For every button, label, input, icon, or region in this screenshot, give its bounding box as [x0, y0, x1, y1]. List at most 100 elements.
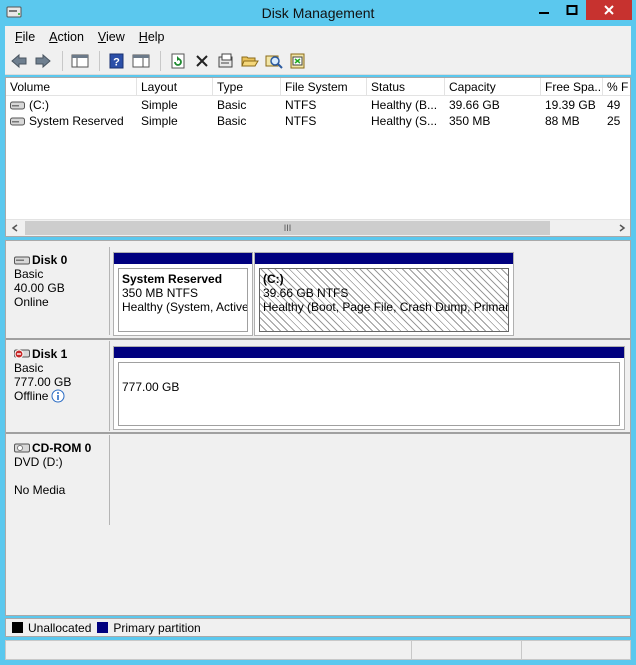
- help-button[interactable]: ?: [106, 50, 128, 72]
- disk-type: DVD (D:): [14, 455, 63, 469]
- toolbar-separator: [62, 50, 63, 71]
- properties-icon: [218, 53, 233, 67]
- menu-file[interactable]: File: [8, 30, 42, 44]
- table-row[interactable]: System Reserved Simple Basic NTFS Health…: [6, 113, 630, 129]
- menu-help-label: elp: [147, 29, 165, 44]
- minimize-icon: [539, 12, 549, 14]
- file-system-cell: NTFS: [285, 114, 317, 128]
- partition-size-fs: 777.00 GB: [122, 380, 180, 394]
- column-header-percent-free[interactable]: % F: [603, 78, 630, 96]
- maximize-button[interactable]: [558, 0, 586, 20]
- title-bar[interactable]: Disk Management: [0, 0, 636, 26]
- menu-help[interactable]: Help: [132, 30, 172, 44]
- partition-title: (C:): [263, 272, 284, 286]
- info-icon[interactable]: [51, 389, 65, 403]
- open-icon: [241, 56, 259, 66]
- disk-graphical-view[interactable]: Disk 0 Basic 40.00 GB Online System Rese…: [5, 240, 631, 616]
- volume-name: (C:): [29, 98, 49, 112]
- type-cell: Basic: [217, 98, 247, 112]
- show-action-pane-button[interactable]: [130, 50, 152, 72]
- capacity-cell: 350 MB: [449, 114, 491, 128]
- menu-bar: File Action View Help: [5, 26, 631, 47]
- disk-label-cd-rom-0[interactable]: CD-ROM 0 DVD (D:) No Media: [8, 435, 110, 525]
- disk-label-disk-0[interactable]: Disk 0 Basic 40.00 GB Online: [8, 247, 110, 335]
- menu-view[interactable]: View: [91, 30, 132, 44]
- primary-partition-bar: [114, 347, 624, 358]
- scroll-right-button[interactable]: [613, 220, 630, 236]
- scroll-left-button[interactable]: [6, 220, 23, 236]
- disk-name: CD-ROM 0: [32, 441, 92, 455]
- menu-action-label: ction: [57, 29, 84, 44]
- volume-cell: System Reserved: [6, 113, 137, 129]
- minimize-button[interactable]: [530, 0, 558, 20]
- disk-row-divider: [6, 338, 630, 340]
- partition-body: 777.00 GB: [118, 362, 620, 426]
- file-system-cell: NTFS: [285, 98, 317, 112]
- toolbar-separator: [160, 50, 161, 71]
- partition-body-selected: (C:) 39.66 GB NTFS Healthy (Boot, Page F…: [259, 268, 509, 332]
- explore-button[interactable]: [263, 50, 285, 72]
- menu-action[interactable]: Action: [42, 30, 91, 44]
- layout-cell: Simple: [141, 98, 178, 112]
- partition-c-drive[interactable]: (C:) 39.66 GB NTFS Healthy (Boot, Page F…: [254, 252, 514, 336]
- volume-list[interactable]: Volume Layout Type File System Status Ca…: [5, 77, 631, 237]
- column-header-free-space[interactable]: Free Spa...: [541, 78, 603, 96]
- disk-size: [14, 469, 91, 483]
- disk-settings-button[interactable]: [287, 50, 309, 72]
- menu-view-label: iew: [106, 29, 125, 44]
- disk-state: No Media: [14, 483, 66, 497]
- disk-state: Offline: [14, 389, 49, 403]
- toolbar-separator: [99, 50, 100, 71]
- horizontal-scrollbar[interactable]: III: [6, 219, 630, 236]
- disk-row-divider: [6, 432, 630, 434]
- offline-disk-icon: [14, 349, 30, 359]
- chevron-right-icon: [619, 224, 625, 232]
- scrollbar-thumb[interactable]: III: [25, 221, 550, 235]
- disk-name: Disk 0: [32, 253, 68, 267]
- free-space-cell: 19.39 GB: [545, 98, 596, 112]
- status-cell: Healthy (S...: [371, 114, 438, 128]
- show-hide-console-tree-icon: [71, 54, 89, 67]
- disk-row-cd-rom-0[interactable]: CD-ROM 0 DVD (D:) No Media: [6, 435, 630, 525]
- delete-button[interactable]: [191, 50, 213, 72]
- partition-body: System Reserved 350 MB NTFS Healthy (Sys…: [118, 268, 248, 332]
- column-header-type[interactable]: Type: [213, 78, 281, 96]
- disk-settings-icon: [290, 53, 305, 68]
- column-header-volume[interactable]: Volume: [6, 78, 137, 96]
- partition-disk-1[interactable]: 777.00 GB: [113, 346, 625, 430]
- disk-type: Basic: [14, 267, 44, 281]
- disk-type: Basic: [14, 361, 44, 375]
- disk-row-disk-1[interactable]: Disk 1 Basic 777.00 GB Offline 777.00 GB: [6, 341, 630, 431]
- show-hide-console-tree-button[interactable]: [69, 50, 91, 72]
- legend-label-unallocated: Unallocated: [28, 620, 92, 635]
- open-button[interactable]: [239, 50, 261, 72]
- table-row[interactable]: (C:) Simple Basic NTFS Healthy (B... 39.…: [6, 97, 630, 113]
- column-header-layout[interactable]: Layout: [137, 78, 213, 96]
- type-cell: Basic: [217, 114, 247, 128]
- properties-button[interactable]: [215, 50, 237, 72]
- refresh-button[interactable]: [167, 50, 189, 72]
- menu-view-accesskey: V: [97, 29, 107, 44]
- back-icon: [11, 53, 27, 68]
- properties-pane-icon: [132, 54, 150, 67]
- legend-label-primary-partition: Primary partition: [113, 620, 201, 635]
- legend: Unallocated Primary partition: [5, 618, 631, 637]
- column-header-status[interactable]: Status: [367, 78, 445, 96]
- back-button[interactable]: [8, 50, 30, 72]
- free-space-cell: 88 MB: [545, 114, 580, 128]
- column-header-file-system[interactable]: File System: [281, 78, 367, 96]
- close-button[interactable]: [586, 0, 632, 20]
- primary-partition-bar: [255, 253, 513, 264]
- forward-button[interactable]: [32, 50, 54, 72]
- layout-cell: Simple: [141, 114, 178, 128]
- delete-icon: [196, 54, 208, 67]
- percent-free-cell: 49: [607, 98, 621, 112]
- disk-label-disk-1[interactable]: Disk 1 Basic 777.00 GB Offline: [8, 341, 110, 431]
- column-header-capacity[interactable]: Capacity: [445, 78, 541, 96]
- partition-system-reserved[interactable]: System Reserved 350 MB NTFS Healthy (Sys…: [113, 252, 253, 336]
- close-icon: [604, 5, 614, 15]
- status-bar: [5, 640, 631, 660]
- disk-row-disk-0[interactable]: Disk 0 Basic 40.00 GB Online System Rese…: [6, 241, 630, 337]
- menu-file-label: ile: [22, 29, 36, 44]
- partition-status: Healthy (System, Active,: [122, 300, 248, 314]
